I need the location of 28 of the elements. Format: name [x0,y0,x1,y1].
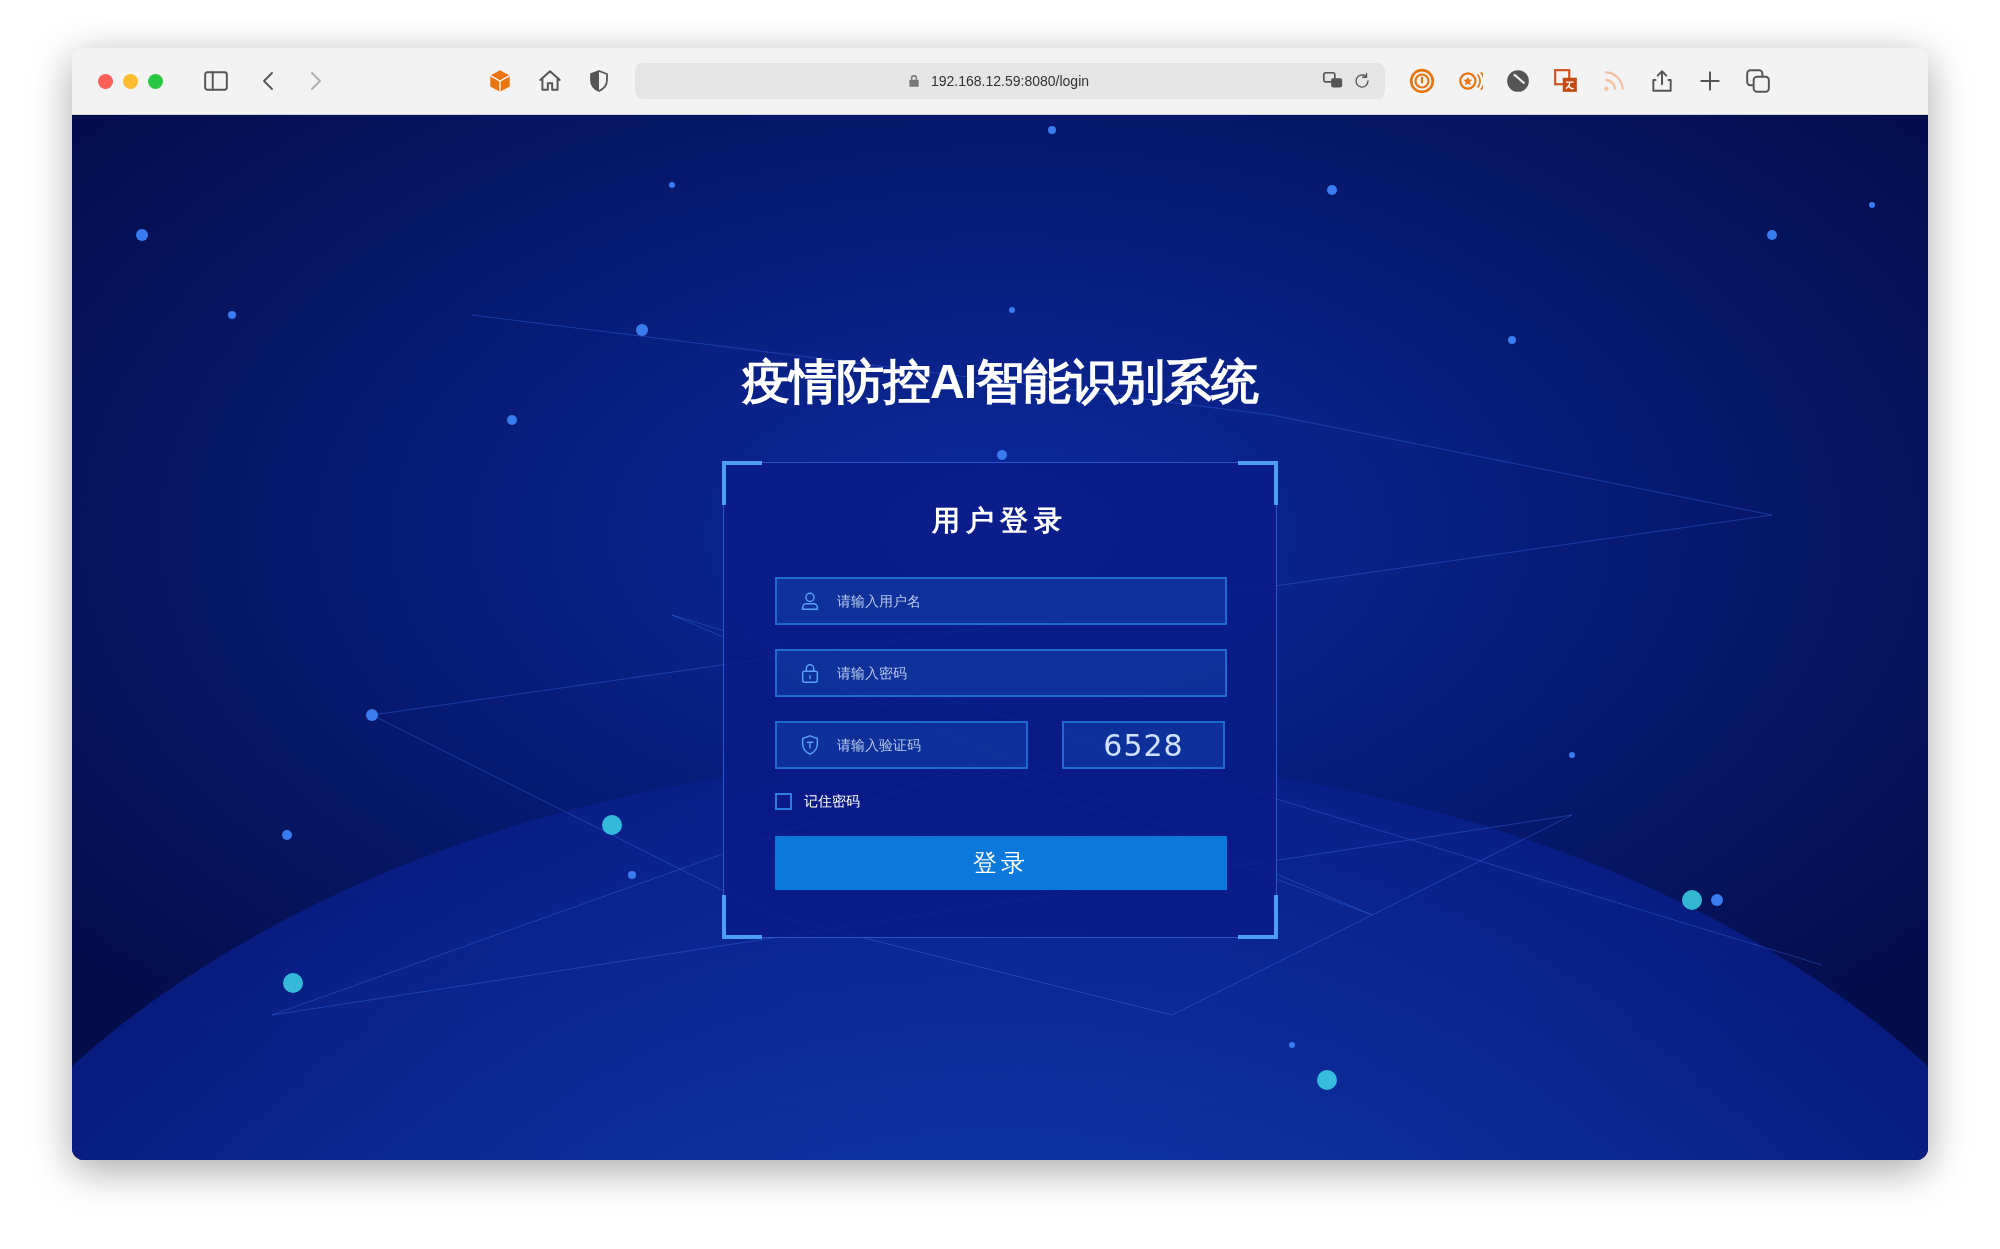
captcha-code[interactable]: 6528 [1062,721,1225,769]
address-bar[interactable]: 192.168.12.59:8080/login [635,63,1385,99]
login-button[interactable]: 登录 [775,836,1227,890]
checkbox[interactable] [775,793,792,810]
sidebar-icon[interactable] [203,68,229,94]
url-text: 192.168.12.59:8080/login [931,71,1091,91]
user-icon [799,590,821,612]
input-field[interactable]: 请输入密码 [775,649,1227,697]
page-title: 疫情防控AI智能识别系统 [742,358,1258,406]
corner-bracket [722,895,762,939]
home-icon[interactable] [537,68,563,94]
shield-icon [799,734,821,756]
shield-icon[interactable] [587,69,611,93]
corner-bracket [722,461,762,505]
login-heading: 用户登录 [931,507,1069,535]
share-icon[interactable] [1649,68,1675,94]
power-circle-icon[interactable] [1409,68,1435,94]
remember-label: 记住密码 [804,792,860,811]
input-field[interactable]: 请输入验证码 [775,721,1028,769]
corner-bracket [1238,895,1278,939]
input-field[interactable]: 请输入用户名 [775,577,1227,625]
lock-icon [799,662,821,684]
lock-icon [907,74,921,88]
reload-icon[interactable] [1353,72,1371,90]
tabs-overview-icon[interactable] [1745,68,1771,94]
cube-icon[interactable] [487,68,513,94]
window-control-icon[interactable] [98,73,113,89]
corner-bracket [1238,461,1278,505]
